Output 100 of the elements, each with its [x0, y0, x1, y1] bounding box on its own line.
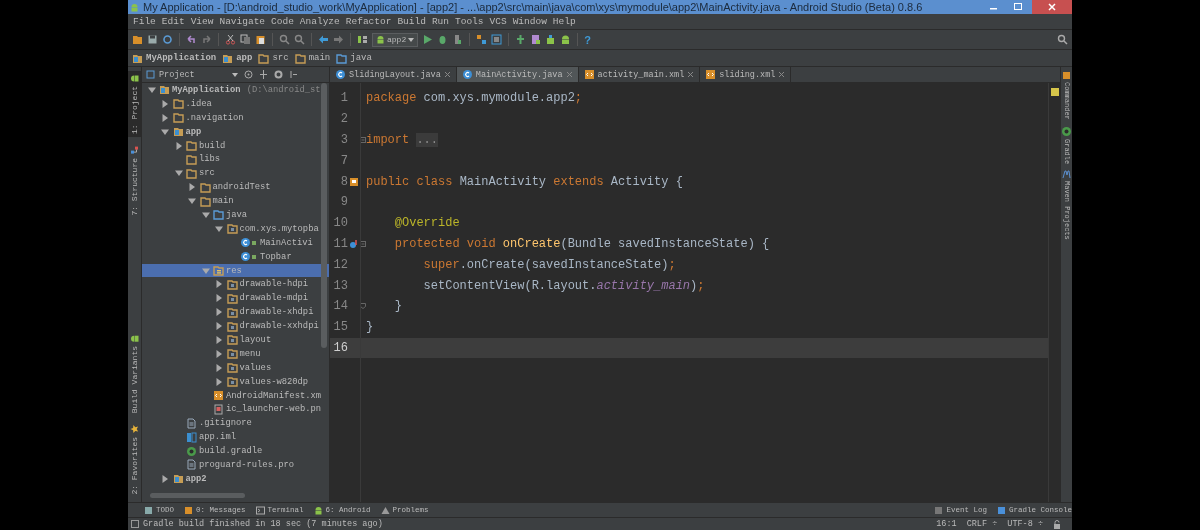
menu-title[interactable]: Build [394, 16, 429, 27]
expanded-arrow-icon[interactable] [188, 197, 196, 206]
tree-item[interactable]: drawable-xhdpi [142, 305, 329, 320]
tree-item[interactable]: MyApplication (D:\android_st [142, 83, 329, 97]
breadcrumb[interactable]: main [294, 52, 331, 64]
breadcrumb[interactable]: src [258, 52, 289, 64]
caret-position[interactable]: 16:1 [936, 519, 957, 529]
tree-item[interactable]: menu [142, 346, 329, 361]
tool-window-tab[interactable]: 1: Project [128, 71, 141, 137]
collapsed-arrow-icon[interactable] [215, 294, 223, 303]
tree-item[interactable]: androidTest [142, 180, 329, 195]
tree-item[interactable]: app.iml [142, 430, 329, 445]
settings-icon[interactable] [274, 70, 283, 79]
tree-item[interactable]: MainActivi [142, 235, 329, 250]
close-button[interactable] [1032, 0, 1072, 14]
menu-title[interactable]: Window [509, 16, 550, 27]
collapsed-arrow-icon[interactable] [161, 113, 169, 122]
tree-item[interactable]: .gitignore [142, 416, 329, 431]
menu-title[interactable]: VCS [486, 16, 510, 27]
tool-window-tab[interactable]: 7: Structure [128, 143, 141, 219]
tool-window-tab[interactable]: 2: Favorites [128, 422, 141, 498]
cut-icon[interactable] [225, 34, 236, 45]
menu-title[interactable]: Edit [158, 16, 188, 27]
tree-item[interactable]: drawable-mdpi [142, 291, 329, 306]
editor-tab[interactable]: MainActivity.java [456, 67, 579, 82]
menu-title[interactable]: Help [549, 16, 579, 27]
search-icon[interactable] [279, 34, 290, 45]
back-arrow-icon[interactable] [318, 34, 329, 45]
open-folder-icon[interactable] [132, 34, 143, 45]
tree-item[interactable]: Topbar [142, 249, 329, 264]
tree-item[interactable]: ic_launcher-web.pn [142, 402, 329, 417]
tree-item[interactable]: com.xys.mytopba [142, 221, 329, 236]
tree-item[interactable]: .idea [142, 96, 329, 111]
tree-item[interactable]: values [142, 360, 329, 375]
menu-title[interactable]: Analyze [296, 16, 343, 27]
tree-item[interactable]: proguard-rules.pro [142, 458, 329, 472]
scrollbar[interactable] [321, 83, 327, 348]
menu-title[interactable]: Navigate [216, 16, 269, 27]
tree-item[interactable]: .navigation [142, 110, 329, 125]
paste-icon[interactable] [255, 34, 266, 45]
collapsed-arrow-icon[interactable] [215, 335, 223, 344]
expanded-arrow-icon[interactable] [201, 210, 210, 219]
collapsed-arrow-icon[interactable] [161, 99, 169, 108]
view-dropdown[interactable]: Project [146, 69, 238, 80]
collapsed-arrow-icon[interactable] [215, 377, 223, 386]
copy-icon[interactable] [240, 34, 251, 45]
scrollbar[interactable] [150, 493, 245, 498]
collapsed-arrow-icon[interactable] [215, 349, 223, 358]
android-icon[interactable] [560, 34, 572, 45]
tree-item[interactable]: build [142, 138, 329, 153]
search-icon[interactable] [1057, 34, 1068, 45]
collapse-icon[interactable] [259, 70, 268, 79]
run-icon[interactable] [422, 34, 434, 45]
tree-item[interactable]: layout [142, 333, 329, 347]
help-button[interactable]: ? [584, 33, 591, 46]
collapsed-arrow-icon[interactable] [174, 141, 183, 150]
collapsed-arrow-icon[interactable] [188, 183, 196, 192]
menu-title[interactable]: File [130, 16, 159, 27]
tree-item[interactable]: app2 [142, 471, 329, 486]
close-icon[interactable] [687, 71, 695, 78]
save-icon[interactable] [147, 34, 158, 45]
target-icon[interactable] [244, 70, 253, 79]
tree-item[interactable]: java [142, 208, 329, 222]
encoding[interactable]: UTF-8 ÷ [1007, 519, 1043, 529]
collapsed-arrow-icon[interactable] [215, 308, 223, 317]
tree-item[interactable]: libs [142, 152, 329, 167]
menu-title[interactable]: View [187, 16, 217, 27]
collapsed-arrow-icon[interactable] [215, 280, 223, 289]
hide-icon[interactable] [289, 70, 298, 79]
tree-item[interactable]: app [142, 124, 329, 139]
menu-title[interactable]: Code [268, 16, 297, 27]
tree-item[interactable]: drawable-hdpi [142, 277, 329, 292]
menu-title[interactable]: Tools [452, 16, 487, 27]
tree-item[interactable]: src [142, 166, 329, 181]
expanded-arrow-icon[interactable] [147, 85, 156, 94]
menu-title[interactable]: Refactor [342, 16, 395, 27]
sync-icon[interactable] [162, 34, 173, 45]
expanded-arrow-icon[interactable] [215, 224, 223, 233]
tree-item[interactable]: main [142, 194, 329, 208]
breadcrumb[interactable]: java [336, 52, 372, 64]
expanded-arrow-icon[interactable] [174, 169, 183, 178]
run-configuration-dropdown[interactable]: app2 [372, 32, 419, 47]
undo-icon[interactable] [186, 34, 197, 45]
close-icon[interactable] [443, 71, 451, 78]
expanded-arrow-icon[interactable] [161, 127, 169, 136]
breadcrumb[interactable]: app [222, 52, 253, 64]
close-icon[interactable] [778, 71, 786, 78]
collapsed-arrow-icon[interactable] [215, 363, 223, 372]
redo-icon[interactable] [201, 34, 212, 45]
structure-icon[interactable] [476, 34, 488, 45]
menu-title[interactable]: Run [428, 16, 452, 27]
layout-icon[interactable] [491, 34, 503, 45]
tree-item[interactable]: drawable-xxhdpi [142, 319, 329, 334]
forward-arrow-icon[interactable] [333, 34, 344, 45]
line-separator[interactable]: CRLF ÷ [966, 519, 998, 529]
tree-item[interactable]: values-w820dp [142, 374, 329, 389]
collapsed-arrow-icon[interactable] [215, 322, 223, 331]
collapsed-arrow-icon[interactable] [161, 474, 169, 483]
tool-window-tab[interactable]: Build Variants [128, 331, 141, 417]
tree-item[interactable]: AndroidManifest.xm [142, 388, 329, 403]
